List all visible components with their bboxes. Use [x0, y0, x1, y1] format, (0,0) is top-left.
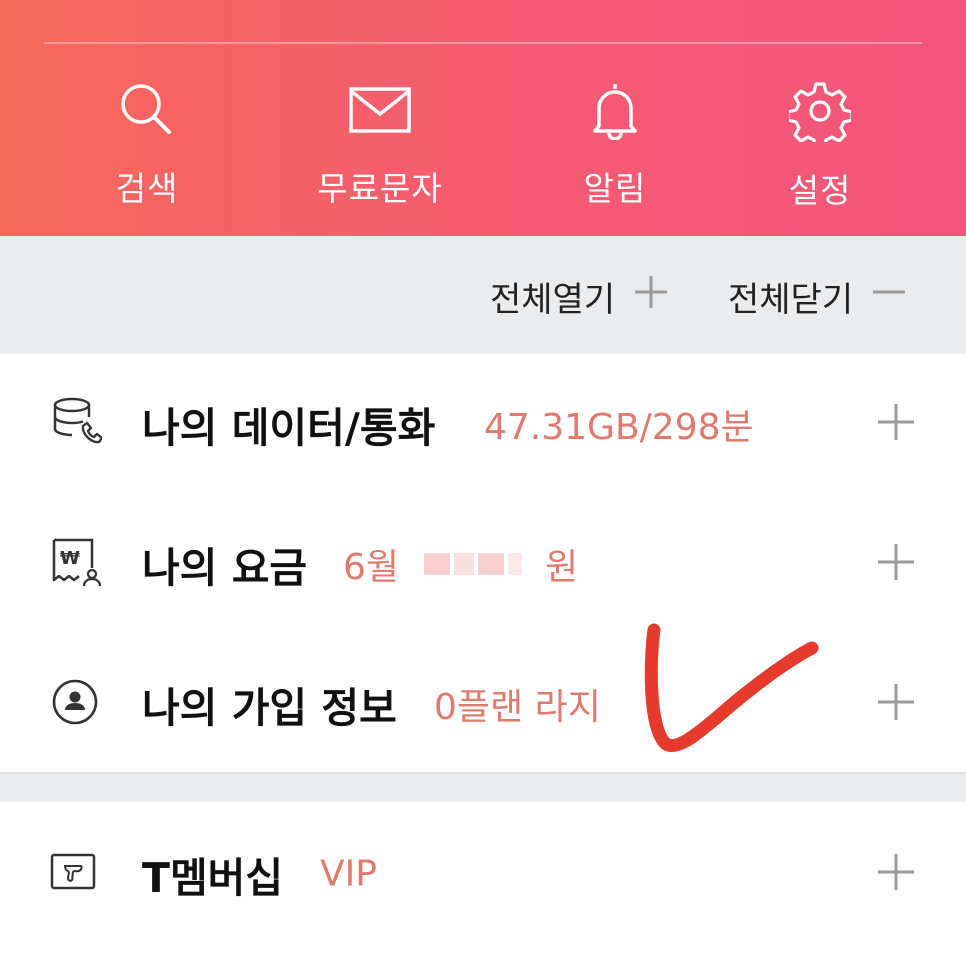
quick-free-sms-label: 무료문자	[317, 169, 443, 208]
expand-all-button[interactable]: 전체열기	[490, 272, 669, 321]
search-icon	[47, 80, 247, 140]
row-title: 나의 요금	[142, 544, 308, 592]
quick-settings-button[interactable]: 설정	[720, 80, 920, 212]
envelope-icon	[280, 80, 480, 140]
plan-name: 0플랜 라지	[434, 687, 601, 728]
top-quick-menu: 검색 무료문자 알림 설정	[0, 0, 966, 236]
plus-icon	[633, 274, 669, 319]
expand-plus-icon[interactable]	[876, 402, 916, 446]
quick-search-label: 검색	[115, 169, 179, 208]
expand-plus-icon[interactable]	[876, 682, 916, 726]
expand-plus-icon[interactable]	[876, 852, 916, 896]
row-title: 나의 가입 정보	[142, 684, 397, 732]
minus-icon	[871, 274, 907, 319]
collapse-all-label: 전체닫기	[728, 280, 854, 320]
data-call-icon	[50, 396, 104, 452]
user-circle-icon	[50, 677, 100, 731]
row-data-call[interactable]: 나의 데이터/통화 47.31GB/298분	[0, 354, 966, 494]
svg-text:₩: ₩	[60, 548, 80, 569]
membership-card-icon	[50, 852, 98, 896]
quick-settings-label: 설정	[788, 171, 852, 210]
divider	[44, 42, 922, 44]
gear-icon	[720, 80, 920, 142]
handwritten-check-mark	[644, 623, 819, 752]
membership-grade: VIP	[320, 853, 377, 895]
expand-plus-icon[interactable]	[876, 542, 916, 586]
section-divider	[0, 772, 966, 802]
row-bill[interactable]: ₩ 나의 요금 6월 원	[0, 494, 966, 634]
bell-icon	[515, 80, 715, 140]
bill-month: 6월	[343, 547, 400, 588]
quick-search-button[interactable]: 검색	[47, 80, 247, 210]
data-call-value: 47.31GB/298분	[484, 407, 754, 448]
collapse-all-button[interactable]: 전체닫기	[728, 272, 907, 321]
bill-icon: ₩	[50, 536, 102, 592]
quick-notification-button[interactable]: 알림	[515, 80, 715, 210]
quick-notification-label: 알림	[583, 169, 647, 208]
expand-all-label: 전체열기	[490, 280, 616, 320]
row-t-membership[interactable]: T멤버십 VIP	[0, 804, 966, 944]
quick-free-sms-button[interactable]: 무료문자	[280, 80, 480, 210]
bill-unit: 원	[545, 547, 579, 588]
row-title: 나의 데이터/통화	[142, 404, 436, 452]
row-title: T멤버십	[142, 854, 284, 902]
